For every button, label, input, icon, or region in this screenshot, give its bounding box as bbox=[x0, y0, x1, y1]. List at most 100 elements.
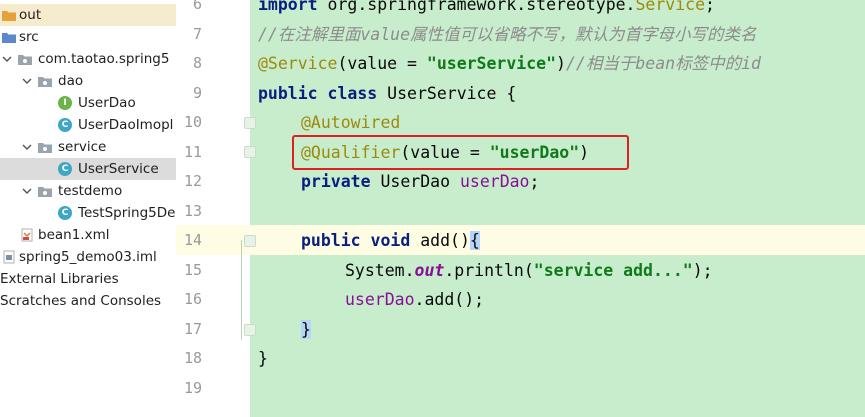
fold-marker-icon[interactable] bbox=[244, 117, 256, 129]
code-text: .add(); bbox=[414, 290, 485, 309]
comment: //相当于bean标签中的id bbox=[565, 54, 761, 73]
indent-guide bbox=[241, 240, 242, 340]
tree-item-src[interactable]: src bbox=[0, 26, 176, 48]
code-line-10[interactable]: @Autowired bbox=[301, 108, 400, 138]
line-number: 11 bbox=[183, 142, 202, 161]
code-line-7[interactable]: //在注解里面value属性值可以省略不写，默认为首字母小写的类名 bbox=[258, 20, 757, 50]
string-literal: "service add..." bbox=[533, 260, 693, 280]
code-line-12[interactable]: private UserDao userDao; bbox=[301, 167, 539, 197]
keyword: import bbox=[258, 0, 318, 14]
code-line-14[interactable]: public void add(){ bbox=[301, 226, 480, 256]
source-folder-icon bbox=[2, 33, 16, 43]
tree-item-label: bean1.xml bbox=[38, 227, 110, 243]
code-line-17[interactable]: } bbox=[301, 315, 311, 345]
class-icon: C bbox=[58, 206, 72, 220]
keyword: public bbox=[258, 83, 318, 103]
tree-item-testspring5[interactable]: C TestSpring5Der bbox=[0, 202, 176, 224]
tree-item-module-file[interactable]: spring5_demo03.iml bbox=[0, 246, 176, 268]
code-line-8[interactable]: @Service(value = "userService")//相当于bean… bbox=[258, 49, 761, 79]
class-icon: C bbox=[58, 162, 72, 176]
annotation: @Autowired bbox=[301, 113, 401, 132]
interface-icon: I bbox=[58, 96, 72, 110]
code-text: org.springframework.stereotype. bbox=[317, 0, 636, 14]
keyword: void bbox=[370, 231, 411, 250]
field-name: userDao bbox=[345, 290, 415, 309]
chevron-down-icon[interactable] bbox=[2, 54, 12, 64]
keyword: class bbox=[327, 83, 378, 103]
annotation: @Service bbox=[258, 54, 338, 73]
tree-item-bean1-xml[interactable]: bean1.xml bbox=[0, 224, 176, 246]
code-line-9[interactable]: public class UserService { bbox=[258, 79, 516, 109]
tree-item-label: com.taotao.spring5 bbox=[38, 51, 170, 67]
code-text: ) bbox=[556, 54, 566, 73]
line-number: 10 bbox=[183, 113, 202, 131]
code-text: UserDao bbox=[370, 172, 460, 191]
class-ref: Service bbox=[635, 0, 706, 14]
chevron-down-icon[interactable] bbox=[22, 76, 32, 86]
tree-item-userservice[interactable]: C UserService bbox=[0, 158, 176, 180]
package-icon bbox=[38, 77, 52, 87]
line-number: 16 bbox=[183, 290, 202, 308]
tree-item-userdaoimopl[interactable]: C UserDaoImopl bbox=[0, 114, 176, 136]
keyword: private bbox=[301, 172, 371, 191]
tree-item-testdemo[interactable]: testdemo bbox=[0, 180, 176, 202]
code-line-15[interactable]: System.out.println("service add..."); bbox=[345, 256, 713, 286]
fold-marker-icon[interactable] bbox=[244, 324, 256, 336]
code-line-18[interactable]: } bbox=[258, 344, 268, 374]
line-number: 13 bbox=[183, 201, 202, 220]
field-name: userDao bbox=[459, 172, 530, 191]
current-line-highlight bbox=[176, 225, 865, 255]
string-literal: "userService" bbox=[426, 54, 557, 73]
code-text: .println( bbox=[444, 260, 534, 280]
tree-item-label: out bbox=[19, 7, 42, 23]
tree-item-scratches[interactable]: Scratches and Consoles bbox=[0, 290, 176, 312]
package-icon bbox=[38, 143, 52, 153]
tree-item-label: UserDao bbox=[78, 95, 136, 111]
fold-marker-icon[interactable] bbox=[244, 235, 256, 247]
code-line-6[interactable]: import org.springframework.stereotype.Se… bbox=[258, 0, 715, 20]
package-icon bbox=[18, 55, 32, 65]
comment: //在注解里面value属性值可以省略不写，默认为首字母小写的类名 bbox=[258, 24, 757, 44]
tree-item-dao[interactable]: dao bbox=[0, 70, 176, 92]
keyword: public bbox=[301, 231, 361, 250]
method-name: add() bbox=[410, 231, 470, 250]
code-text: UserService { bbox=[377, 83, 517, 103]
tree-item-label: spring5_demo03.iml bbox=[19, 249, 157, 265]
tree-item-label: UserDaoImopl bbox=[78, 117, 174, 133]
package-icon bbox=[38, 187, 52, 197]
folder-icon bbox=[2, 11, 16, 21]
line-number: 6 bbox=[192, 0, 202, 13]
tree-item-label: service bbox=[58, 139, 107, 155]
code-text: System. bbox=[345, 260, 415, 280]
tree-item-out[interactable]: out bbox=[0, 4, 176, 26]
line-number: 12 bbox=[183, 172, 202, 190]
code-text: (value = bbox=[337, 54, 427, 73]
code-line-16[interactable]: userDao.add(); bbox=[345, 285, 484, 315]
tree-item-label: UserService bbox=[78, 161, 159, 177]
chevron-down-icon[interactable] bbox=[22, 142, 32, 152]
highlight-box bbox=[292, 135, 629, 170]
line-number: 8 bbox=[192, 54, 202, 72]
line-number: 17 bbox=[183, 319, 202, 338]
fold-marker-icon[interactable] bbox=[244, 146, 256, 158]
code-text: ; bbox=[529, 172, 540, 191]
line-number: 18 bbox=[183, 349, 202, 367]
chevron-down-icon[interactable] bbox=[22, 186, 32, 196]
xml-file-icon bbox=[21, 228, 33, 242]
tree-item-external-libraries[interactable]: External Libraries bbox=[0, 268, 176, 290]
tree-item-label: testdemo bbox=[58, 183, 123, 199]
matched-brace: { bbox=[469, 231, 480, 250]
line-number: 19 bbox=[183, 378, 202, 397]
matched-brace: } bbox=[301, 319, 311, 339]
tree-item-userdao[interactable]: I UserDao bbox=[0, 92, 176, 114]
code-text: ; bbox=[705, 0, 715, 14]
code-text: ); bbox=[692, 260, 713, 280]
tree-item-label: src bbox=[19, 29, 39, 45]
tree-item-label: TestSpring5Der bbox=[78, 205, 176, 221]
tree-item-com-taotao-spring5[interactable]: com.taotao.spring5 bbox=[0, 48, 176, 70]
tree-item-service[interactable]: service bbox=[0, 136, 176, 158]
tree-item-label: External Libraries bbox=[0, 271, 119, 287]
line-number: 7 bbox=[192, 24, 202, 43]
class-icon: C bbox=[58, 118, 72, 132]
code-text: } bbox=[258, 349, 268, 368]
